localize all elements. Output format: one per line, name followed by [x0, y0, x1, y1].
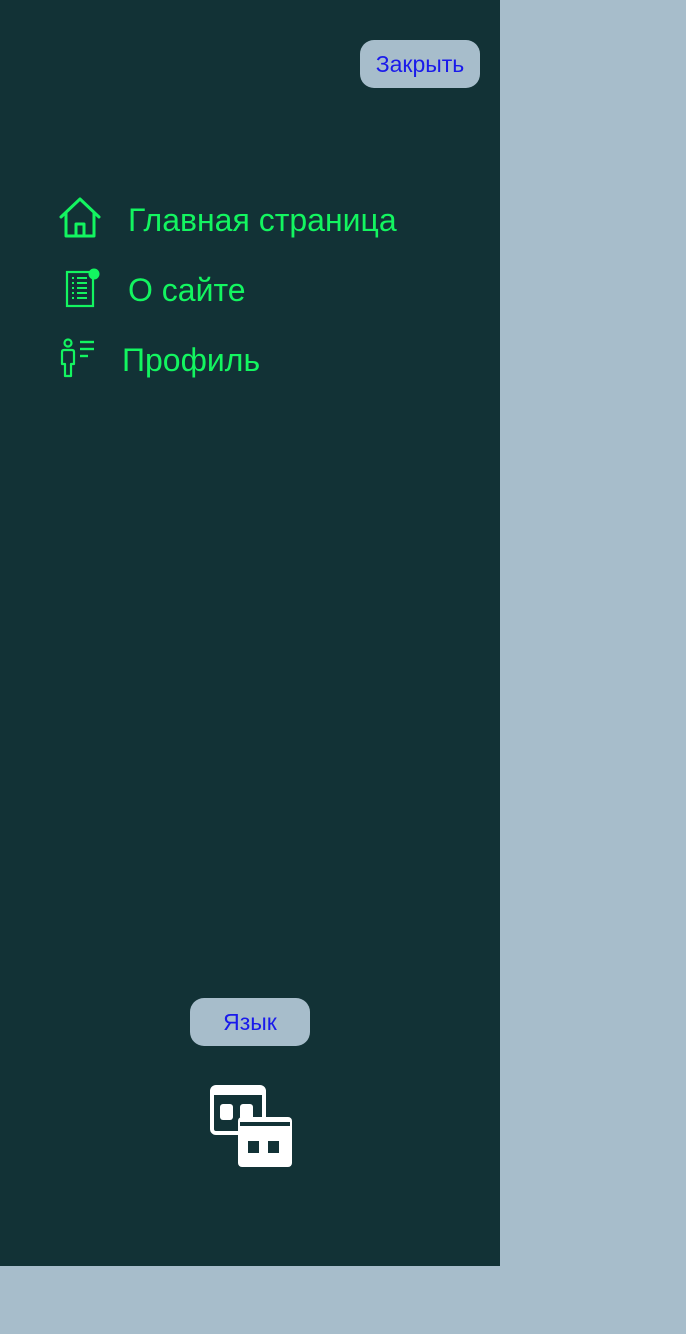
navigation-drawer: Закрыть Главная страница О сайте Профиль…	[0, 0, 500, 1266]
home-icon	[59, 197, 101, 238]
nav-item-label: О сайте	[128, 272, 246, 308]
nav-item-label: Главная страница	[128, 202, 397, 238]
nav-item-label: Профиль	[122, 342, 261, 378]
language-button[interactable]: Язык	[190, 998, 310, 1046]
document-icon	[65, 268, 100, 308]
close-button[interactable]: Закрыть	[360, 40, 480, 88]
person-list-icon	[60, 338, 94, 378]
language-switch-icon[interactable]	[208, 1084, 294, 1170]
